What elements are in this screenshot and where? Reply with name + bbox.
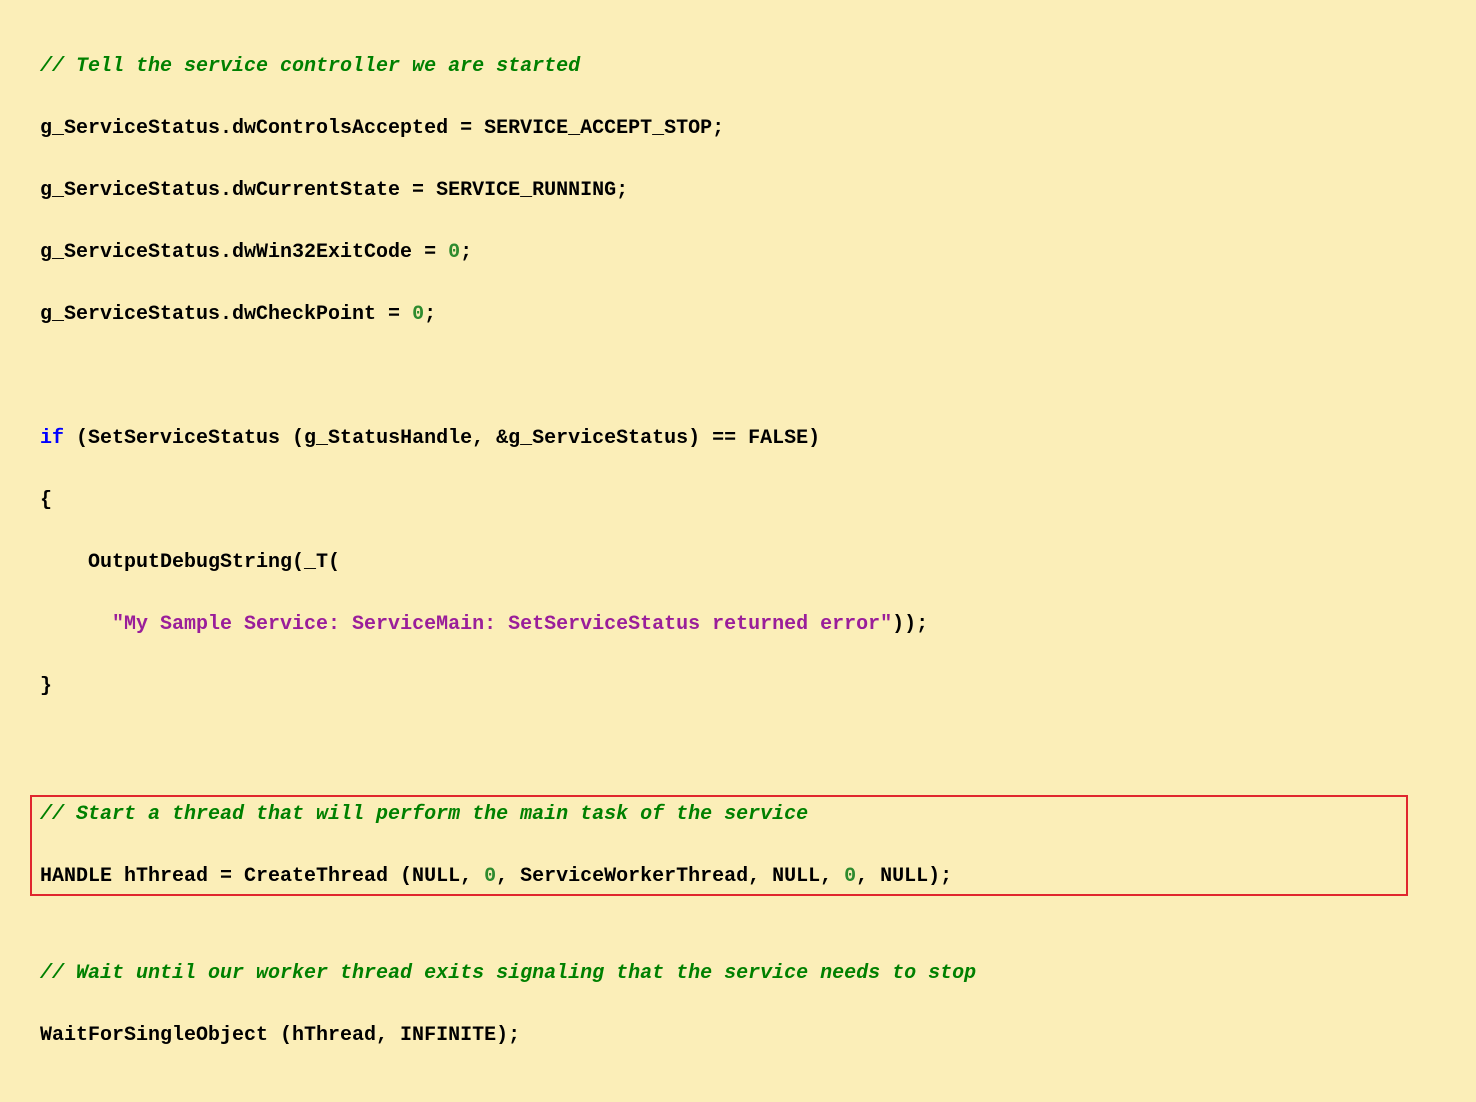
code-block: // Tell the service controller we are st… bbox=[0, 0, 1476, 1102]
string-literal: "My Sample Service: ServiceMain: SetServ… bbox=[112, 613, 892, 636]
code-line: g_ServiceStatus.dwControlsAccepted = SER… bbox=[40, 113, 1436, 144]
comment-line: // Start a thread that will perform the … bbox=[40, 803, 808, 826]
comment-line: // Tell the service controller we are st… bbox=[40, 55, 580, 78]
code-line: "My Sample Service: ServiceMain: SetServ… bbox=[40, 609, 1436, 640]
brace-close: } bbox=[40, 671, 1436, 702]
comment-line: // Wait until our worker thread exits si… bbox=[40, 962, 976, 985]
if-keyword: if bbox=[40, 427, 64, 450]
code-line: g_ServiceStatus.dwCheckPoint = 0; bbox=[40, 299, 1436, 330]
code-line: OutputDebugString(_T( bbox=[40, 547, 1436, 578]
code-line: HANDLE hThread = CreateThread (NULL, 0, … bbox=[40, 861, 1398, 892]
code-line: g_ServiceStatus.dwCurrentState = SERVICE… bbox=[40, 175, 1436, 206]
brace-open: { bbox=[40, 485, 1436, 516]
highlighted-code-region: // Start a thread that will perform the … bbox=[30, 795, 1408, 896]
code-line: if (SetServiceStatus (g_StatusHandle, &g… bbox=[40, 423, 1436, 454]
code-line: WaitForSingleObject (hThread, INFINITE); bbox=[40, 1020, 1436, 1051]
code-line: g_ServiceStatus.dwWin32ExitCode = 0; bbox=[40, 237, 1436, 268]
